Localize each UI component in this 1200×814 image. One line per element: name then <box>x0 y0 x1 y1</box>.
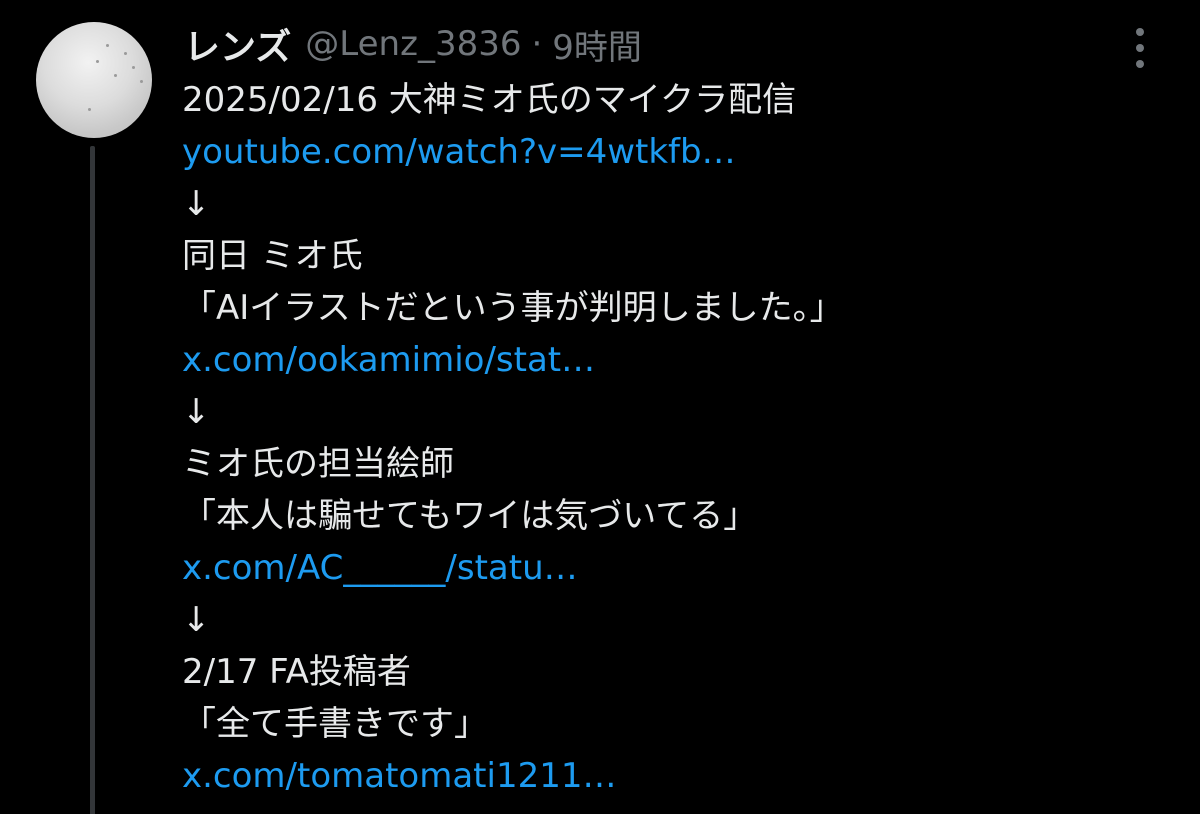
thread-line <box>90 146 95 814</box>
user-handle[interactable]: @Lenz_3836 <box>305 24 521 64</box>
tweet-link[interactable]: youtube.com/watch?v=4wtkfb… <box>182 126 1162 178</box>
avatar[interactable] <box>36 22 152 138</box>
tweet: レンズ @Lenz_3836 · 9時間 2025/02/16 大神ミオ氏のマイ… <box>0 0 1200 814</box>
tweet-text-line: 2/17 FA投稿者 <box>182 652 411 692</box>
tweet-text-line: ↓ <box>182 184 211 224</box>
tweet-link[interactable]: x.com/tomatomati1211… <box>182 750 1162 802</box>
tweet-link[interactable]: x.com/AC______/statu… <box>182 542 1162 594</box>
more-vertical-icon[interactable] <box>1128 28 1152 68</box>
tweet-link[interactable]: x.com/ookamimio/stat… <box>182 334 1162 386</box>
display-name[interactable]: レンズ <box>184 18 291 70</box>
tweet-text: 2025/02/16 大神ミオ氏のマイクラ配信 youtube.com/watch… <box>182 74 1162 802</box>
tweet-text-line: ↓ <box>182 600 211 640</box>
separator: · <box>531 24 543 64</box>
tweet-text-line: 同日 ミオ氏 <box>182 236 363 276</box>
tweet-text-line: ミオ氏の担当絵師 <box>182 444 454 484</box>
tweet-text-line: 「全て手書きです」 <box>182 704 488 744</box>
tweet-text-line: ↓ <box>182 392 211 432</box>
tweet-text-line: 「AIイラストだという事が判明しました。」 <box>182 288 844 328</box>
tweet-text-line: 2025/02/16 大神ミオ氏のマイクラ配信 <box>182 80 797 120</box>
tweet-text-line: 「本人は騙せてもワイは気づいてる」 <box>182 496 758 536</box>
tweet-header: レンズ @Lenz_3836 · 9時間 <box>184 18 642 70</box>
timestamp[interactable]: 9時間 <box>552 20 642 69</box>
